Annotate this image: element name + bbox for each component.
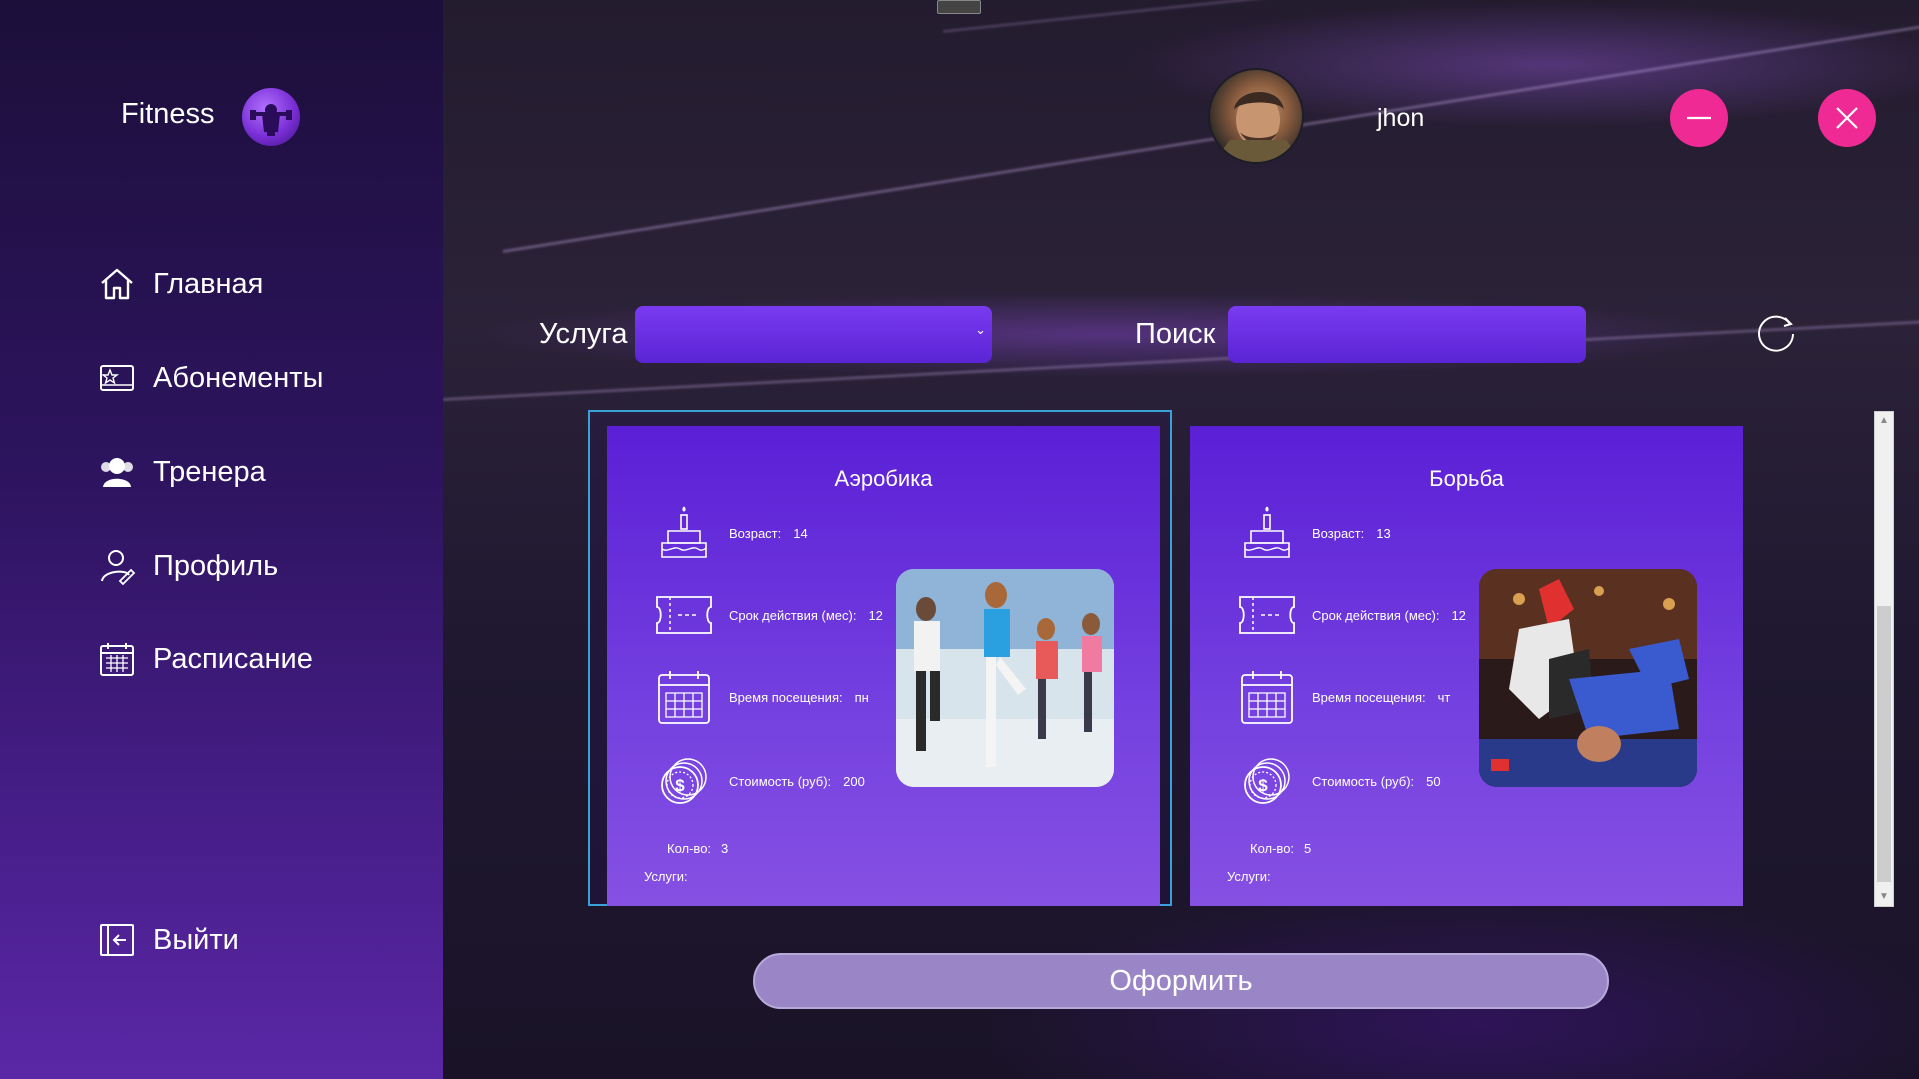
price-value: 200 (843, 773, 865, 789)
card-price-row: $ Стоимость (руб): 50 (1236, 750, 1441, 812)
subscription-card[interactable]: Борьба Возраст: 13 Срок действия (мес): 12… (1190, 426, 1743, 906)
qty-value: 5 (1304, 841, 1312, 856)
sidebar-item-label: Профиль (153, 549, 279, 582)
scroll-thumb[interactable] (1877, 606, 1891, 882)
visit-value: чт (1437, 689, 1451, 705)
price-value: 50 (1426, 773, 1441, 789)
coins-icon: $ (1236, 750, 1298, 812)
visit-label: Время посещения: (1312, 689, 1426, 705)
minus-icon (1687, 116, 1711, 120)
price-label: Стоимость (руб): (729, 773, 832, 789)
qty-label: Кол-во: (667, 841, 712, 856)
sidebar-item-memberships[interactable]: Абонементы (97, 356, 323, 400)
ticket-icon (1236, 584, 1298, 646)
age-value: 13 (1376, 525, 1391, 541)
aerobics-photo (896, 569, 1114, 787)
card-duration-row: Срок действия (мес): 12 (653, 584, 883, 646)
ticket-icon (653, 584, 715, 646)
trainers-icon (97, 452, 137, 492)
card-age-row: Возраст: 13 (1236, 502, 1391, 564)
price-label: Стоимость (руб): (1312, 773, 1415, 789)
sidebar-item-trainers[interactable]: Тренера (97, 450, 266, 494)
card-qty: Кол-во: 5 (1250, 841, 1311, 856)
card-price-row: $ Стоимость (руб): 200 (653, 750, 865, 812)
wrestling-photo (1479, 569, 1697, 787)
sidebar: Fitness Главная Абонементы Тренера Профи… (0, 0, 443, 1079)
sidebar-item-label: Главная (153, 267, 264, 300)
service-select[interactable]: ⌄ (635, 306, 992, 363)
card-age-row: Возраст: 14 (653, 502, 808, 564)
light-beam (942, 0, 1839, 33)
card-visit-row: Время посещения: пн (653, 666, 869, 728)
duration-label: Срок действия (мес): (1312, 607, 1440, 623)
brand-logo-icon (242, 88, 300, 146)
services-label: Услуги: (1227, 869, 1271, 884)
search-input[interactable] (1228, 306, 1586, 363)
close-icon (1836, 107, 1858, 129)
calendar-icon (97, 639, 137, 679)
refresh-button[interactable] (1752, 310, 1800, 358)
membership-card-icon (97, 358, 137, 398)
qty-label: Кол-во: (1250, 841, 1295, 856)
profile-icon (97, 546, 137, 586)
logout-icon (97, 920, 137, 960)
sidebar-item-label: Абонементы (153, 361, 324, 394)
age-value: 14 (793, 525, 808, 541)
window-drag-handle[interactable] (937, 0, 981, 14)
duration-value: 12 (868, 607, 883, 623)
logout-label: Выйти (153, 923, 239, 956)
coins-icon: $ (653, 750, 715, 812)
card-title: Борьба (1429, 466, 1504, 491)
card-qty: Кол-во: 3 (667, 841, 728, 856)
svg-text:$: $ (675, 776, 685, 795)
close-button[interactable] (1818, 89, 1876, 147)
duration-label: Срок действия (мес): (729, 607, 857, 623)
refresh-icon (1758, 315, 1794, 352)
brand-name: Fitness (121, 98, 215, 130)
visit-label: Время посещения: (729, 689, 843, 705)
svg-text:$: $ (1258, 776, 1268, 795)
chevron-down-icon: ⌄ (975, 322, 986, 337)
card-services: Услуги: (1227, 869, 1271, 884)
minimize-button[interactable] (1670, 89, 1728, 147)
card-visit-row: Время посещения: чт (1236, 666, 1450, 728)
visit-value: пн (854, 689, 869, 705)
logout-button[interactable]: Выйти (97, 918, 239, 962)
search-label: Поиск (1135, 318, 1216, 350)
sidebar-item-schedule[interactable]: Расписание (97, 637, 313, 681)
scroll-down-arrow-icon[interactable]: ▼ (1875, 888, 1893, 906)
subscription-card[interactable]: Аэробика Возраст: 14 Срок действия (мес):… (607, 426, 1160, 906)
sidebar-item-profile[interactable]: Профиль (97, 544, 278, 588)
services-label: Услуги: (644, 869, 688, 884)
username: jhon (1377, 104, 1425, 132)
duration-value: 12 (1451, 607, 1466, 623)
calendar-icon (653, 666, 715, 728)
card-duration-row: Срок действия (мес): 12 (1236, 584, 1466, 646)
sidebar-item-home[interactable]: Главная (97, 262, 263, 306)
calendar-icon (1236, 666, 1298, 728)
scroll-up-arrow-icon[interactable]: ▲ (1875, 412, 1893, 430)
sidebar-item-label: Тренера (153, 455, 266, 488)
sidebar-item-label: Расписание (153, 642, 313, 675)
cards-scrollbar[interactable]: ▲ ▼ (1874, 411, 1894, 907)
birthday-cake-icon (653, 502, 715, 564)
home-icon (97, 264, 137, 304)
card-services: Услуги: (644, 869, 688, 884)
age-label: Возраст: (1312, 525, 1365, 541)
service-label: Услуга (539, 318, 628, 350)
age-label: Возраст: (729, 525, 782, 541)
qty-value: 3 (721, 841, 729, 856)
card-title: Аэробика (834, 466, 933, 491)
avatar[interactable] (1208, 68, 1304, 164)
birthday-cake-icon (1236, 502, 1298, 564)
submit-button[interactable]: Оформить (753, 953, 1609, 1009)
